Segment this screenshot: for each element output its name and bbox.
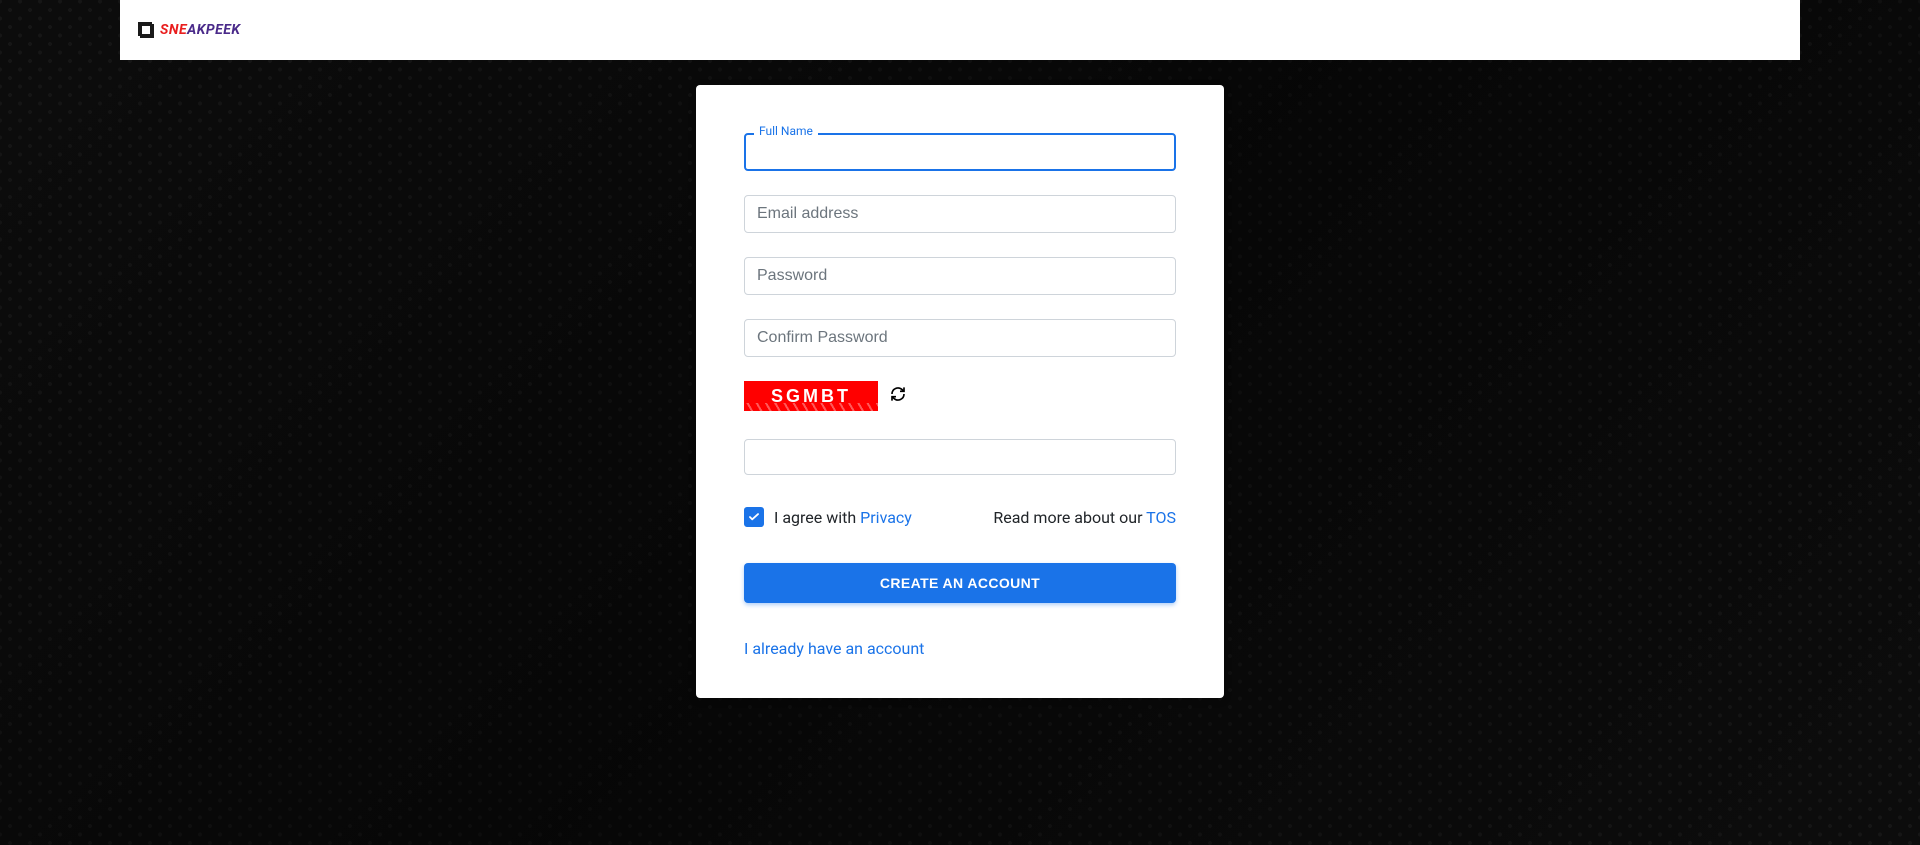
- agree-text: I agree with Privacy: [774, 508, 912, 527]
- brand-logo[interactable]: SNEAKPEEK: [138, 22, 241, 38]
- privacy-link[interactable]: Privacy: [860, 508, 912, 527]
- tos-link[interactable]: TOS: [1146, 508, 1176, 527]
- agreement-row: I agree with Privacy Read more about our…: [744, 507, 1176, 527]
- full-name-field-group: Full Name: [744, 133, 1176, 171]
- already-have-account: I already have an account: [744, 639, 1176, 658]
- captcha-row: SGMBT: [744, 381, 1176, 411]
- refresh-icon: [890, 386, 906, 402]
- create-account-button[interactable]: CREATE AN ACCOUNT: [744, 563, 1176, 603]
- email-field-group: [744, 195, 1176, 233]
- login-link[interactable]: I already have an account: [744, 639, 924, 658]
- email-input[interactable]: [744, 195, 1176, 233]
- confirm-password-field-group: [744, 319, 1176, 357]
- main-container: Full Name SGMBT: [0, 60, 1920, 698]
- agree-left: I agree with Privacy: [744, 507, 912, 527]
- logo-icon: [138, 22, 154, 38]
- confirm-password-input[interactable]: [744, 319, 1176, 357]
- check-icon: [747, 510, 761, 524]
- app-header: SNEAKPEEK: [120, 0, 1800, 60]
- captcha-image: SGMBT: [744, 381, 878, 411]
- tos-text: Read more about our TOS: [993, 508, 1176, 527]
- captcha-input[interactable]: [744, 439, 1176, 475]
- full-name-label: Full Name: [754, 124, 818, 138]
- refresh-captcha-button[interactable]: [890, 386, 906, 406]
- brand-name: SNEAKPEEK: [160, 22, 241, 38]
- agree-checkbox[interactable]: [744, 507, 764, 527]
- password-input[interactable]: [744, 257, 1176, 295]
- full-name-input[interactable]: [744, 133, 1176, 171]
- password-field-group: [744, 257, 1176, 295]
- signup-card: Full Name SGMBT: [696, 85, 1224, 698]
